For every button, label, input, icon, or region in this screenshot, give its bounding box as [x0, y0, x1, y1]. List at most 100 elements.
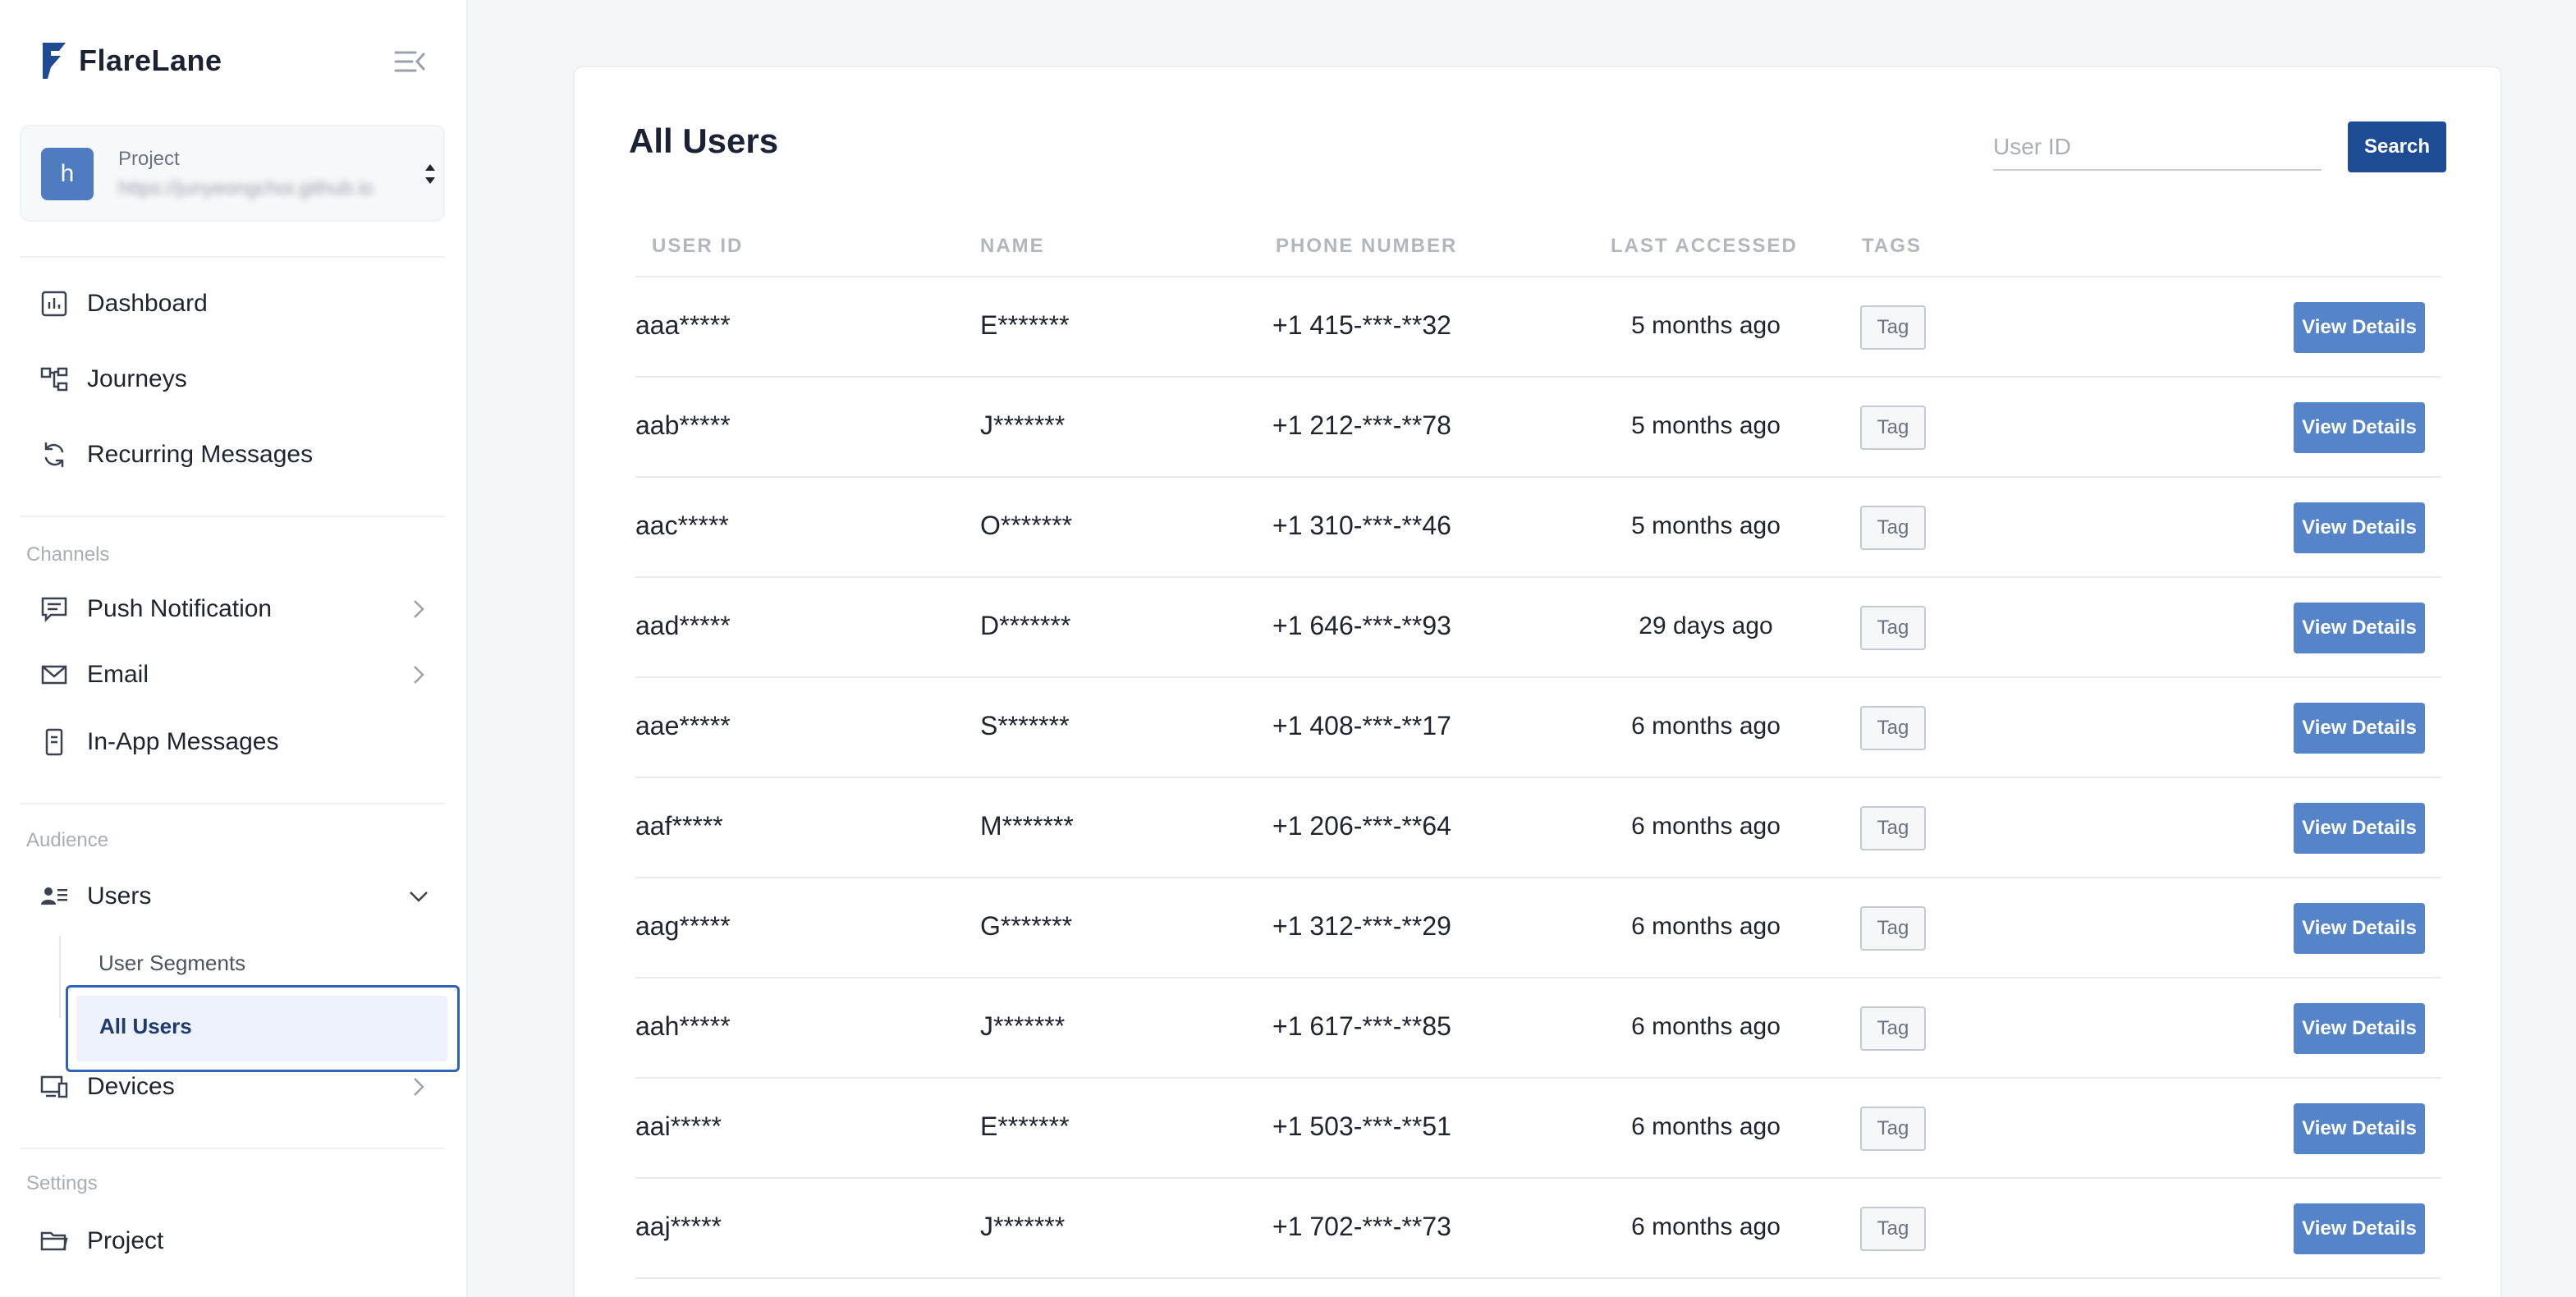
table-row: aab***** J******* +1 212-***-**78 5 months …: [635, 378, 2441, 478]
flow-icon: [40, 367, 68, 392]
user-id-cell: aah*****: [635, 1011, 731, 1041]
column-header-phone-number: PHONE NUMBER: [1276, 235, 1458, 257]
tag-button[interactable]: Tag: [1860, 706, 1926, 750]
collapse-sidebar-icon[interactable]: [394, 48, 427, 76]
view-details-button[interactable]: View Details: [2294, 1003, 2425, 1054]
last-accessed-cell: 6 months ago: [1631, 913, 1781, 940]
sidebar-item-push-notification[interactable]: Push Notification: [39, 586, 433, 632]
table-row: aai***** E******* +1 503-***-**51 6 months …: [635, 1079, 2441, 1179]
users-panel: All Users Search USER ID NAME PHONE NUMB…: [573, 66, 2502, 1297]
phone-number-cell: +1 503-***-**51: [1272, 1111, 1451, 1141]
last-accessed-cell: 29 days ago: [1639, 612, 1773, 639]
user-id-cell: aad*****: [635, 611, 731, 640]
sidebar-item-dashboard[interactable]: Dashboard: [39, 281, 433, 327]
last-accessed-cell: 6 months ago: [1631, 1013, 1781, 1040]
table-row: aag***** G******* +1 312-***-**29 6 months …: [635, 878, 2441, 978]
view-details-button[interactable]: View Details: [2294, 1103, 2425, 1154]
user-id-cell: aae*****: [635, 711, 731, 740]
mail-icon: [41, 665, 67, 685]
chevron-down-icon: [410, 891, 428, 902]
submenu-guide-line: [59, 936, 61, 1018]
view-details-button[interactable]: View Details: [2294, 1203, 2425, 1254]
devices-icon: [40, 1075, 68, 1098]
user-id-cell: aab*****: [635, 410, 731, 440]
view-details-button[interactable]: View Details: [2294, 703, 2425, 754]
sidebar-item-label: Journeys: [87, 365, 187, 392]
sidebar-item-devices[interactable]: Devices: [39, 1064, 433, 1110]
name-cell: G*******: [980, 911, 1073, 941]
table-row: aaf***** M******* +1 206-***-**64 6 months …: [635, 778, 2441, 878]
last-accessed-cell: 6 months ago: [1631, 1113, 1781, 1140]
phone-number-cell: +1 206-***-**64: [1272, 811, 1451, 841]
project-url: https://junyeongchoi.github.io: [118, 177, 374, 199]
page-title: All Users: [629, 121, 779, 160]
sidebar: FlareLane h Project https://junyeongchoi…: [0, 0, 468, 1297]
sidebar-item-label: Push Notification: [87, 595, 273, 622]
sidebar-item-recurring-messages[interactable]: Recurring Messages: [39, 432, 433, 478]
tag-button[interactable]: Tag: [1860, 1207, 1926, 1251]
column-header-last-accessed: LAST ACCESSED: [1611, 235, 1798, 257]
sidebar-divider: [20, 1148, 445, 1149]
view-details-button[interactable]: View Details: [2294, 402, 2425, 453]
section-title-audience: Audience: [26, 829, 109, 851]
last-accessed-cell: 5 months ago: [1631, 412, 1781, 439]
view-details-button[interactable]: View Details: [2294, 502, 2425, 553]
user-id-cell: aag*****: [635, 911, 731, 941]
view-details-button[interactable]: View Details: [2294, 302, 2425, 353]
tag-button[interactable]: Tag: [1860, 906, 1926, 951]
column-header-tags: TAGS: [1862, 235, 1922, 257]
tag-button[interactable]: Tag: [1860, 305, 1926, 350]
name-cell: E*******: [980, 310, 1070, 340]
table-row: aah***** J******* +1 617-***-**85 6 months …: [635, 978, 2441, 1079]
phone-number-cell: +1 415-***-**32: [1272, 310, 1451, 340]
table-row: aaa***** E******* +1 415-***-**32 5 months …: [635, 277, 2441, 378]
bar-chart-icon: [41, 291, 67, 317]
sidebar-item-email[interactable]: Email: [39, 652, 433, 698]
table-row: aae***** S******* +1 408-***-**17 6 months …: [635, 678, 2441, 778]
column-header-name: NAME: [980, 235, 1045, 257]
sidebar-item-users[interactable]: Users: [39, 873, 433, 919]
sidebar-item-in-app-messages[interactable]: In-App Messages: [39, 719, 433, 765]
sidebar-item-journeys[interactable]: Journeys: [39, 356, 433, 402]
sidebar-item-label: In-App Messages: [87, 728, 279, 755]
search-button[interactable]: Search: [2348, 121, 2446, 172]
user-id-search-input[interactable]: [1993, 125, 2322, 171]
name-cell: J*******: [980, 1212, 1066, 1241]
user-id-cell: aaj*****: [635, 1212, 722, 1241]
app-logo[interactable]: FlareLane: [41, 43, 222, 79]
name-cell: D*******: [980, 611, 1071, 640]
last-accessed-cell: 6 months ago: [1631, 813, 1781, 840]
sidebar-item-label: Recurring Messages: [87, 441, 314, 468]
sidebar-divider: [20, 516, 445, 517]
tag-button[interactable]: Tag: [1860, 506, 1926, 550]
phone-number-cell: +1 702-***-**73: [1272, 1212, 1451, 1241]
user-id-cell: aac*****: [635, 511, 729, 540]
last-accessed-cell: 6 months ago: [1631, 713, 1781, 740]
tag-button[interactable]: Tag: [1860, 1006, 1926, 1051]
phone-number-cell: +1 310-***-**46: [1272, 511, 1451, 540]
tag-button[interactable]: Tag: [1860, 1107, 1926, 1151]
sort-caret-icon: [425, 164, 435, 184]
user-id-cell: aai*****: [635, 1111, 722, 1141]
phone-number-cell: +1 617-***-**85: [1272, 1011, 1451, 1041]
project-switcher[interactable]: h Project https://junyeongchoi.github.io: [20, 125, 445, 222]
table-row: aac***** O******* +1 310-***-**46 5 months …: [635, 478, 2441, 578]
tag-button[interactable]: Tag: [1860, 606, 1926, 650]
tag-button[interactable]: Tag: [1860, 406, 1926, 450]
phone-number-cell: +1 408-***-**17: [1272, 711, 1451, 740]
folder-icon: [40, 1231, 68, 1251]
phone-number-cell: +1 646-***-**93: [1272, 611, 1451, 640]
name-cell: E*******: [980, 1111, 1070, 1141]
tag-button[interactable]: Tag: [1860, 806, 1926, 850]
sidebar-subitem-label: All Users: [99, 1014, 192, 1038]
sidebar-item-project[interactable]: Project: [39, 1218, 433, 1264]
section-title-settings: Settings: [26, 1172, 98, 1194]
refresh-icon: [44, 442, 64, 468]
view-details-button[interactable]: View Details: [2294, 903, 2425, 954]
sidebar-subitem-user-segments[interactable]: User Segments: [99, 951, 245, 976]
sidebar-subitem-all-users[interactable]: All Users: [66, 985, 460, 1072]
view-details-button[interactable]: View Details: [2294, 803, 2425, 854]
user-id-cell: aaf*****: [635, 811, 723, 841]
phone-number-cell: +1 212-***-**78: [1272, 410, 1451, 440]
view-details-button[interactable]: View Details: [2294, 603, 2425, 653]
